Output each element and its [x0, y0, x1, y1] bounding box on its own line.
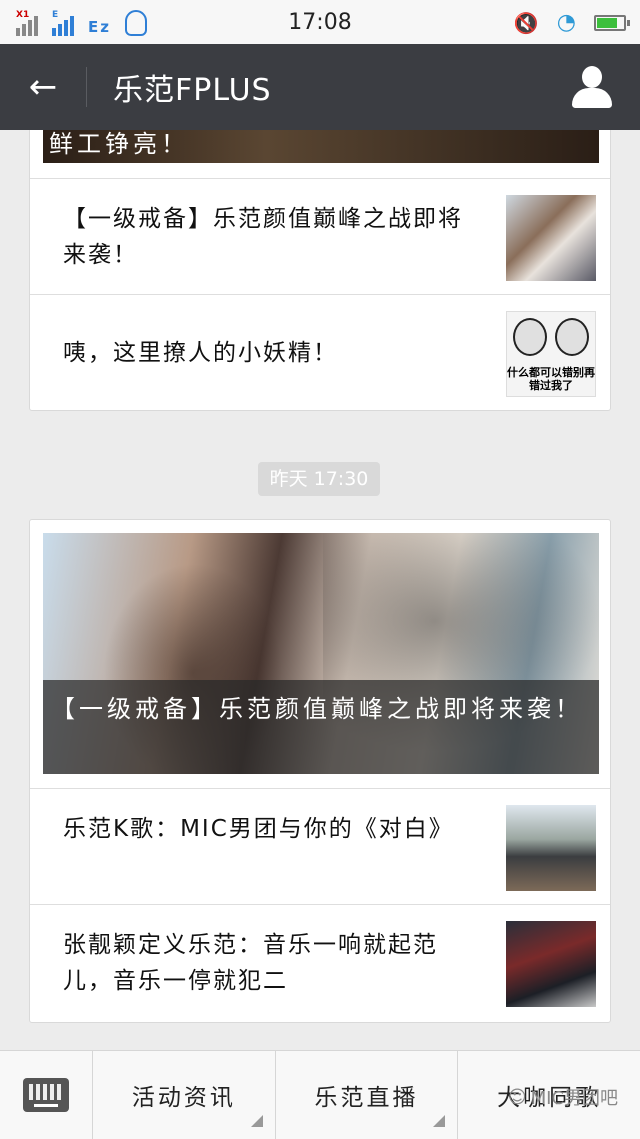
wechat-icon: ☺: [507, 1086, 527, 1108]
title-divider: [86, 67, 87, 107]
meme-face-icon: [555, 318, 589, 356]
article-thumbnail: [506, 195, 596, 281]
hero-caption: 【一级戒备】乐范颜值巅峰之战即将来袭！: [43, 680, 599, 774]
profile-button[interactable]: [572, 66, 612, 110]
title-bar: ← 乐范FPLUS: [0, 44, 640, 130]
hero-caption: 鲜工铮亮！: [49, 130, 189, 158]
submenu-indicator-icon: [433, 1115, 446, 1127]
hero-image[interactable]: 鲜工铮亮！: [43, 130, 599, 163]
article-item[interactable]: 咦，这里撩人的小妖精！ 什么都可以错别再错过我了: [30, 294, 610, 410]
sim1-tag: X1: [16, 10, 30, 20]
article-item[interactable]: 【一级戒备】乐范颜值巅峰之战即将来袭！: [30, 178, 610, 294]
signal-sim2-icon: E: [52, 10, 74, 36]
page-title: 乐范FPLUS: [113, 73, 272, 108]
article-item[interactable]: 张靓颖定义乐范：音乐一响就起范儿，音乐一停就犯二: [30, 904, 610, 1020]
article-card: 鲜工铮亮！ 【一级戒备】乐范颜值巅峰之战即将来袭！ 咦，这里撩人的小妖精！ 什么…: [29, 130, 611, 411]
qq-icon: [124, 10, 147, 36]
menu-item-live[interactable]: 乐范直播: [276, 1051, 459, 1139]
menu-label: 乐范直播: [314, 1085, 419, 1111]
article-card: 【一级戒备】乐范颜值巅峰之战即将来袭！ 乐范K歌：MIC男团与你的《对白》 张靓…: [29, 519, 611, 1023]
status-time: 17:08: [288, 9, 352, 35]
article-thumbnail: 什么都可以错别再错过我了: [506, 311, 596, 397]
thumbnail-caption: 什么都可以错别再错过我了: [507, 366, 595, 392]
hero-image[interactable]: 【一级戒备】乐范颜值巅峰之战即将来袭！: [43, 533, 599, 774]
signal-sim1-icon: X1: [16, 10, 38, 36]
article-title: 乐范K歌：MIC男团与你的《对白》: [63, 816, 454, 842]
message-feed[interactable]: 鲜工铮亮！ 【一级戒备】乐范颜值巅峰之战即将来袭！ 咦，这里撩人的小妖精！ 什么…: [0, 130, 640, 1050]
back-arrow-icon: ←: [28, 67, 58, 107]
back-button[interactable]: ←: [0, 44, 86, 130]
article-item[interactable]: 乐范K歌：MIC男团与你的《对白》: [30, 788, 610, 904]
wifi-icon: ◔: [556, 10, 576, 35]
article-title: 咦，这里撩人的小妖精！: [63, 340, 338, 366]
watermark-text: MIC男团吧: [530, 1088, 618, 1109]
article-title: 张靓颖定义乐范：音乐一响就起范儿，音乐一停就犯二: [63, 932, 438, 994]
article-thumbnail: [506, 921, 596, 1007]
network-type: Ez: [88, 18, 111, 36]
keyboard-toggle-button[interactable]: [0, 1051, 93, 1139]
person-icon: [582, 66, 602, 88]
menu-label: 活动资讯: [131, 1085, 236, 1111]
menu-item-activity-news[interactable]: 活动资讯: [93, 1051, 276, 1139]
timestamp: 昨天 17:30: [258, 462, 380, 496]
keyboard-icon: [23, 1078, 69, 1112]
status-bar: X1 E Ez 17:08 🔇 ◔: [0, 0, 640, 45]
article-thumbnail: [506, 805, 596, 891]
submenu-indicator-icon: [250, 1115, 263, 1127]
battery-icon: [594, 14, 630, 31]
mute-icon: 🔇: [513, 10, 539, 35]
watermark: ☺ MIC男团吧: [508, 1084, 618, 1110]
meme-face-icon: [513, 318, 547, 356]
article-title: 【一级戒备】乐范颜值巅峰之战即将来袭！: [63, 206, 463, 268]
sim2-tag: E: [52, 10, 59, 20]
